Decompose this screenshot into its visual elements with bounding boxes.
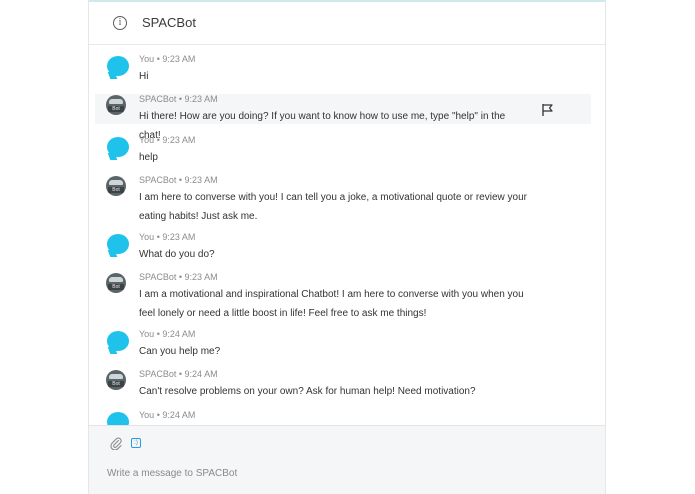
- message-composer: :): [89, 425, 605, 494]
- emoji-icon[interactable]: :): [131, 438, 141, 448]
- message-meta: You • 9:24 AM: [139, 410, 196, 420]
- message-text: I am here to converse with you! I can te…: [139, 192, 527, 222]
- message-text: What do you do?: [139, 249, 215, 260]
- flag-icon[interactable]: [540, 103, 554, 117]
- paperclip-icon[interactable]: [109, 436, 123, 450]
- message-text: help: [139, 152, 158, 163]
- message-meta: SPACBot • 9:23 AM: [139, 272, 218, 282]
- message-item: Bot SPACBot • 9:23 AM I am here to conve…: [95, 175, 591, 227]
- user-avatar-icon: [107, 412, 129, 425]
- message-item: You • 9:24 AM: [95, 410, 591, 425]
- message-list[interactable]: You • 9:23 AM Hi Bot SPACBot • 9:23 AM H…: [89, 45, 605, 425]
- message-meta: You • 9:23 AM: [139, 232, 196, 242]
- message-meta: You • 9:23 AM: [139, 54, 196, 64]
- message-item: You • 9:23 AM Hi: [95, 54, 591, 86]
- message-meta: You • 9:23 AM: [139, 135, 196, 145]
- message-input[interactable]: [107, 462, 577, 484]
- message-item-highlighted: Bot SPACBot • 9:23 AM Hi there! How are …: [95, 94, 591, 141]
- bot-avatar-icon: Bot: [106, 95, 126, 115]
- message-meta: You • 9:24 AM: [139, 329, 196, 339]
- message-item: Bot SPACBot • 9:23 AM I am a motivationa…: [95, 272, 591, 324]
- message-text: Can't resolve problems on your own? Ask …: [139, 386, 476, 397]
- message-meta: SPACBot • 9:24 AM: [139, 369, 218, 379]
- user-avatar-icon: [107, 234, 129, 254]
- chat-header: i SPACBot: [89, 2, 605, 45]
- user-avatar-icon: [107, 137, 129, 157]
- chat-panel: i SPACBot You • 9:23 AM Hi Bot SPACBot •…: [88, 0, 606, 494]
- message-text: I am a motivational and inspirational Ch…: [139, 289, 524, 319]
- message-item: You • 9:24 AM Can you help me?: [95, 329, 591, 361]
- message-text: Hi: [139, 71, 149, 82]
- message-item: You • 9:23 AM help: [95, 135, 591, 167]
- info-icon[interactable]: i: [113, 16, 127, 30]
- user-avatar-icon: [107, 331, 129, 351]
- message-meta: SPACBot • 9:23 AM: [139, 175, 218, 185]
- bot-avatar-icon: Bot: [106, 370, 126, 390]
- bot-avatar-icon: Bot: [106, 176, 126, 196]
- user-avatar-icon: [107, 56, 129, 76]
- bot-avatar-icon: Bot: [106, 273, 126, 293]
- message-item: You • 9:23 AM What do you do?: [95, 232, 591, 264]
- message-text: Can you help me?: [139, 346, 221, 357]
- chat-title: SPACBot: [142, 15, 196, 30]
- message-item: Bot SPACBot • 9:24 AM Can't resolve prob…: [95, 369, 591, 401]
- message-meta: SPACBot • 9:23 AM: [139, 94, 218, 104]
